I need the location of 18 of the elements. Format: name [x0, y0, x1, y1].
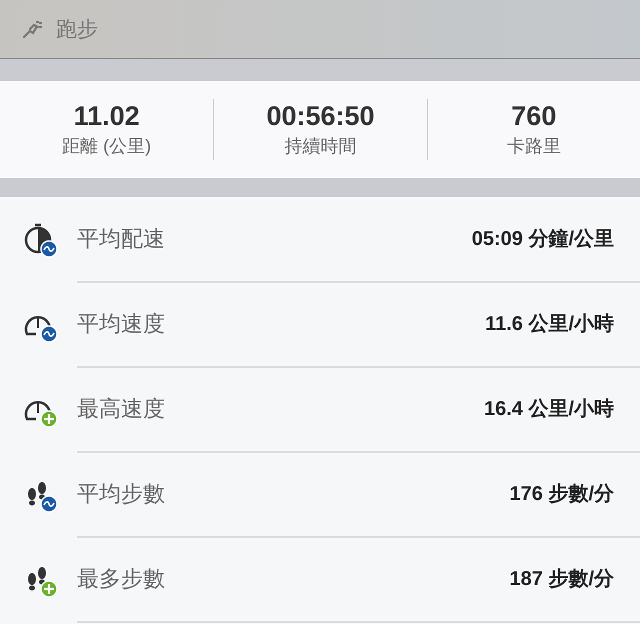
- metric-value: 05:09 分鐘/公里: [472, 227, 614, 252]
- metric-value: 11.6 公里/小時: [485, 312, 614, 337]
- metric-label: 平均配速: [77, 224, 165, 252]
- stat-value: 00:56:50: [266, 101, 375, 132]
- metric-value: 187 步數/分: [510, 567, 614, 592]
- stat-label: 持續時間: [284, 135, 356, 158]
- runner-icon: [22, 19, 44, 39]
- metric-value: 16.4 公里/小時: [484, 397, 614, 422]
- metric-label: 平均步數: [77, 480, 165, 508]
- metric-label: 最高速度: [77, 394, 165, 422]
- stat-value: 11.02: [74, 101, 140, 132]
- stat-label: 距離 (公里): [62, 135, 152, 158]
- metric-label: 平均速度: [77, 310, 165, 338]
- stat-label: 卡路里: [506, 135, 561, 158]
- activity-title: 跑步: [56, 17, 98, 43]
- metric-value: 176 步數/分: [510, 482, 614, 507]
- stat-value: 760: [511, 101, 556, 132]
- metric-label: 最多步數: [77, 564, 165, 592]
